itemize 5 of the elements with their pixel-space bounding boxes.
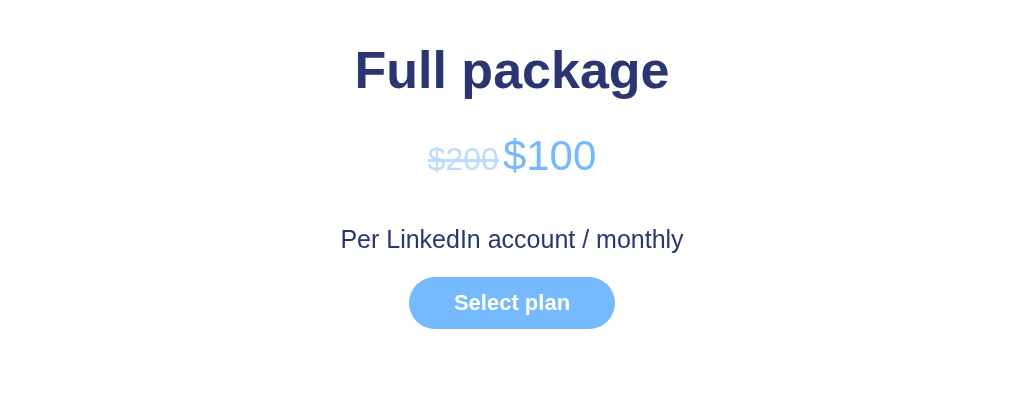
select-plan-button[interactable]: Select plan — [409, 276, 615, 329]
old-price: $200 — [427, 143, 499, 176]
price: $100 — [502, 135, 597, 178]
billing-text: Per LinkedIn account / monthly — [340, 224, 684, 256]
plan-title: Full package — [354, 42, 670, 100]
